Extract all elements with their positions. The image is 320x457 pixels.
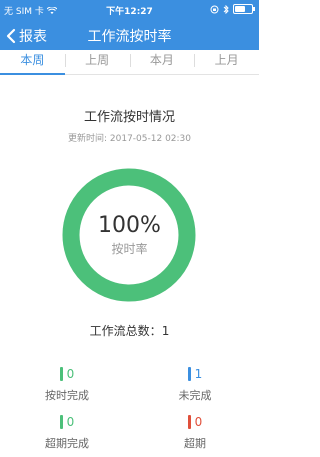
stat-label: 未完成 <box>178 389 212 402</box>
stat-label: 按时完成 <box>45 389 89 402</box>
tab-last-week[interactable]: 上周 <box>64 50 130 74</box>
total-value: 1 <box>161 324 170 338</box>
stat-value: 0 <box>194 415 203 429</box>
battery-icon <box>233 4 255 14</box>
total-label: 工作流总数： <box>89 324 162 338</box>
page-title: 工作流按时率 <box>87 29 172 45</box>
stat-color-bar <box>59 367 63 381</box>
updated-time: 更新时间: 2017-05-12 02:30 <box>0 131 259 144</box>
stat-color-bar <box>59 415 63 429</box>
bluetooth-icon <box>223 4 229 14</box>
gauge-label: 按时率 <box>111 242 148 256</box>
orientation-lock-icon <box>210 5 219 13</box>
tab-this-week[interactable]: 本周 <box>0 50 65 75</box>
stat-value: 0 <box>66 415 75 429</box>
stat-value: 0 <box>66 367 75 381</box>
stat-incomplete: 1 未完成 <box>145 367 245 403</box>
stat-color-bar <box>187 415 191 429</box>
workflow-total: 工作流总数：1 <box>0 322 259 339</box>
status-bar: 无 SIM 卡 下午12:27 <box>0 0 259 20</box>
nav-bar: 报表 工作流按时率 <box>0 20 259 50</box>
stat-label: 超期完成 <box>45 437 89 450</box>
tab-last-month[interactable]: 上月 <box>194 50 259 74</box>
stat-color-bar <box>187 367 191 381</box>
stat-ontime-completed: 0 按时完成 <box>17 367 117 403</box>
stat-overdue: 0 超期 <box>145 415 245 451</box>
gauge-percent: 100% <box>98 213 161 238</box>
summary-title: 工作流按时情况 <box>83 110 175 125</box>
updated-label: 更新时间: <box>67 134 108 144</box>
stat-label: 超期 <box>184 437 206 450</box>
stat-value: 1 <box>194 367 203 381</box>
updated-value: 2017-05-12 02:30 <box>109 134 192 144</box>
period-tabs: 本周 上周 本月 上月 <box>0 50 259 75</box>
stat-overdue-completed: 0 超期完成 <box>17 415 117 451</box>
tab-this-month[interactable]: 本月 <box>129 50 195 74</box>
